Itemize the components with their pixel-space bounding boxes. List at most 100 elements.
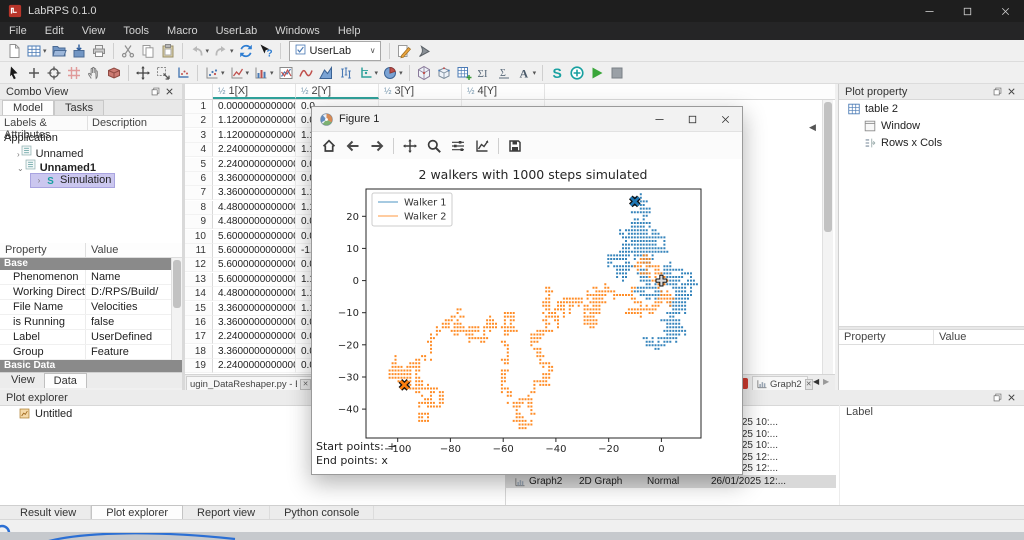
column-header-1x[interactable]: ½1[X] <box>213 84 296 99</box>
area-blue-button[interactable] <box>316 63 336 83</box>
whats-this-button[interactable]: ? <box>256 41 276 61</box>
property-row[interactable]: LabelUserDefined <box>0 330 182 345</box>
figure-maximize-button[interactable] <box>676 107 709 132</box>
tab-tasks[interactable]: Tasks <box>54 100 104 115</box>
menu-windows[interactable]: Windows <box>266 23 329 39</box>
menu-tools[interactable]: Tools <box>114 23 158 39</box>
undo-button[interactable]: ▾ <box>187 41 212 61</box>
cell-x[interactable]: 5.60000000000000 <box>213 258 296 272</box>
line-chart-button[interactable]: ▾ <box>227 63 252 83</box>
axes-corner-button[interactable] <box>173 63 193 83</box>
menu-help[interactable]: Help <box>329 23 370 39</box>
graph2-tab-close-icon[interactable]: ✕ <box>805 379 813 390</box>
tree-item-unnamed[interactable]: ›Unnamed <box>0 145 182 159</box>
figure-canvas[interactable]: 2 walkers with 1000 steps simulated−100−… <box>312 159 742 474</box>
titlebar[interactable]: LabRPS 0.1.0 <box>0 0 1024 22</box>
cell-x[interactable]: 2.24000000000000 <box>213 359 296 373</box>
close-panel-icon[interactable] <box>162 85 176 99</box>
figure-titlebar[interactable]: Figure 1 <box>312 107 742 132</box>
float-panel-icon[interactable] <box>990 85 1004 99</box>
pan-hand-button[interactable] <box>84 63 104 83</box>
column-header-2y[interactable]: ½2[Y] <box>296 84 379 99</box>
sigma-under-button[interactable]: Σ <box>494 63 514 83</box>
cell-x[interactable]: 3.36000000000000 <box>213 302 296 316</box>
bar-chart-button[interactable]: ▾ <box>251 63 276 83</box>
error-bars-button[interactable] <box>336 63 356 83</box>
cell-x[interactable]: 3.36000000000000 <box>213 316 296 330</box>
cell-x[interactable]: 5.60000000000000 <box>213 230 296 244</box>
minimize-button[interactable] <box>910 0 948 22</box>
back-button[interactable] <box>341 136 365 156</box>
cell-x[interactable]: 4.48000000000000 <box>213 201 296 215</box>
plot-prop-item-window[interactable]: Window <box>839 117 1024 134</box>
pie-button[interactable]: ▾ <box>380 63 405 83</box>
editor-tab-close-icon[interactable]: ✕ <box>300 379 311 390</box>
cell-x[interactable]: 2.24000000000000 <box>213 158 296 172</box>
printer-button[interactable] <box>89 41 109 61</box>
cube-3d-button[interactable] <box>434 63 454 83</box>
cell-x[interactable]: 3.36000000000000 <box>213 186 296 200</box>
macro-run-button[interactable] <box>414 41 434 61</box>
figure-close-button[interactable] <box>709 107 742 132</box>
redo-button[interactable]: ▾ <box>211 41 236 61</box>
figure-window[interactable]: Figure 1 2 walkers with 1000 steps simul… <box>311 106 743 475</box>
close-panel-icon[interactable] <box>1004 85 1018 99</box>
cell-x[interactable]: 3.36000000000000 <box>213 172 296 186</box>
center-marker-button[interactable] <box>44 63 64 83</box>
pointer-button[interactable] <box>4 63 24 83</box>
tab-data[interactable]: Data <box>44 373 87 388</box>
table-add-button[interactable] <box>454 63 474 83</box>
editor-tab[interactable]: ugin_DataReshaper.py - Editor ✕ <box>186 376 315 390</box>
sliders-button[interactable] <box>446 136 470 156</box>
open-folder-button[interactable] <box>49 41 69 61</box>
menu-userlab[interactable]: UserLab <box>207 23 267 39</box>
curve-red-button[interactable] <box>296 63 316 83</box>
save-button[interactable] <box>503 136 527 156</box>
copy-button[interactable] <box>138 41 158 61</box>
maximize-button[interactable] <box>948 0 986 22</box>
box-red-button[interactable] <box>104 63 124 83</box>
import-box-button[interactable] <box>69 41 89 61</box>
tab-model[interactable]: Model <box>2 100 54 115</box>
workbench-selector[interactable]: UserLab∨ <box>289 41 381 61</box>
s-symbol-button[interactable]: S <box>547 63 567 83</box>
chevron-right-icon[interactable]: › <box>34 176 44 185</box>
target-add-button[interactable] <box>567 63 587 83</box>
axes-teal-button[interactable]: ▾ <box>356 63 381 83</box>
graph2-tab[interactable]: Graph2 ✕ <box>752 376 808 390</box>
menu-macro[interactable]: Macro <box>158 23 207 39</box>
property-row[interactable]: PhenomenonName <box>0 270 182 285</box>
chart-mixed-button[interactable] <box>276 63 296 83</box>
cell-x[interactable]: 5.60000000000000 <box>213 273 296 287</box>
sheet-scrollbar[interactable] <box>822 100 833 374</box>
dock-collapse-button[interactable]: ◀ <box>809 122 816 133</box>
menu-edit[interactable]: Edit <box>36 23 73 39</box>
float-panel-icon[interactable] <box>148 85 162 99</box>
menu-view[interactable]: View <box>73 23 115 39</box>
menu-file[interactable]: File <box>0 23 36 39</box>
refresh-button[interactable] <box>236 41 256 61</box>
tab-scroll-right-icon[interactable]: ▶ <box>823 377 829 386</box>
cell-x[interactable]: 1.12000000000000 <box>213 114 296 128</box>
cell-x[interactable]: 5.60000000000000 <box>213 244 296 258</box>
new-table-button[interactable]: ▾ <box>24 41 49 61</box>
close-button[interactable] <box>986 0 1024 22</box>
cell-x[interactable]: 2.24000000000000 <box>213 143 296 157</box>
forward-button[interactable] <box>365 136 389 156</box>
cut-button[interactable] <box>118 41 138 61</box>
cell-x[interactable]: 0.00000000000000 <box>213 100 296 114</box>
add-plus-button[interactable] <box>24 63 44 83</box>
zoom-select-button[interactable] <box>153 63 173 83</box>
macro-edit-button[interactable] <box>394 41 414 61</box>
tab-report-view[interactable]: Report view <box>183 506 270 519</box>
cell-x[interactable]: 4.48000000000000 <box>213 215 296 229</box>
cell-x[interactable]: 1.12000000000000 <box>213 129 296 143</box>
property-scrollbar[interactable] <box>171 258 182 360</box>
figure-minimize-button[interactable] <box>643 107 676 132</box>
tree-item-simulation[interactable]: ›SSimulation <box>0 173 182 187</box>
tab-plot-explorer[interactable]: Plot explorer <box>91 505 183 519</box>
tab-scroll-left-icon[interactable]: ◀ <box>813 377 819 386</box>
home-button[interactable] <box>317 136 341 156</box>
sigma-i-button[interactable]: ΣI <box>474 63 494 83</box>
chevron-down-icon[interactable]: ⌄ <box>17 164 24 173</box>
